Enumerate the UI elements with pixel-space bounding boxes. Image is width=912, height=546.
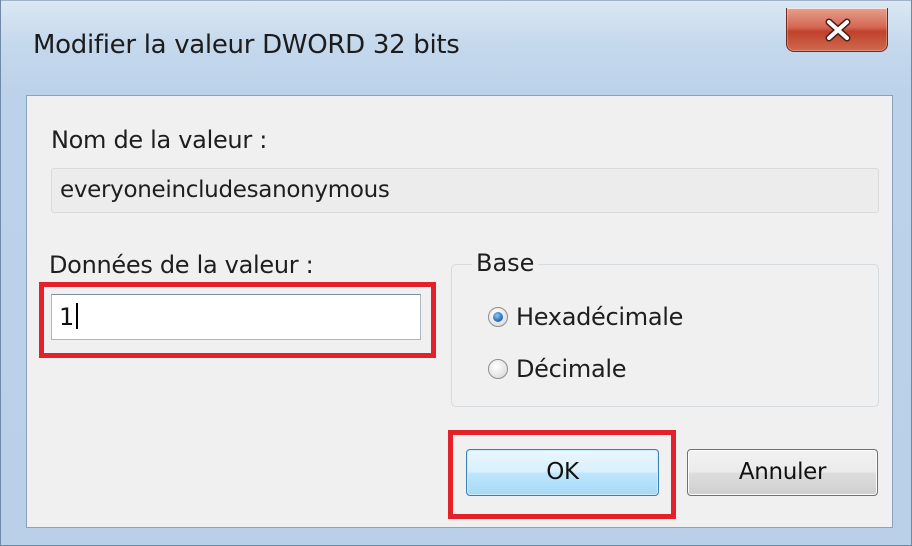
value-data-label: Données de la valeur : [49, 251, 314, 279]
base-groupbox: Base Hexadécimale Décimale [451, 249, 879, 407]
highlight-box-data-input [39, 282, 436, 358]
radio-decimal[interactable]: Décimale [488, 355, 627, 383]
radio-button-checked[interactable] [488, 307, 508, 327]
value-name-label: Nom de la valeur : [51, 126, 268, 154]
title-bar[interactable]: Modifier la valeur DWORD 32 bits [1, 0, 911, 96]
dialog-body: Nom de la valeur : everyoneincludesanony… [26, 95, 893, 528]
radio-hexadecimal-label: Hexadécimale [516, 303, 684, 331]
radio-button-unchecked[interactable] [488, 359, 508, 379]
dialog-window: Modifier la valeur DWORD 32 bits Nom de … [0, 0, 912, 546]
close-icon [825, 18, 851, 42]
value-name-field: everyoneincludesanonymous [51, 168, 879, 213]
radio-decimal-label: Décimale [516, 355, 627, 383]
highlight-box-ok-button [448, 430, 676, 519]
base-legend: Base [472, 249, 539, 277]
window-title: Modifier la valeur DWORD 32 bits [33, 30, 460, 60]
title-bar-edge [1, 0, 911, 1]
close-button[interactable] [786, 8, 888, 52]
cancel-button[interactable]: Annuler [687, 449, 878, 496]
radio-hexadecimal[interactable]: Hexadécimale [488, 303, 683, 331]
